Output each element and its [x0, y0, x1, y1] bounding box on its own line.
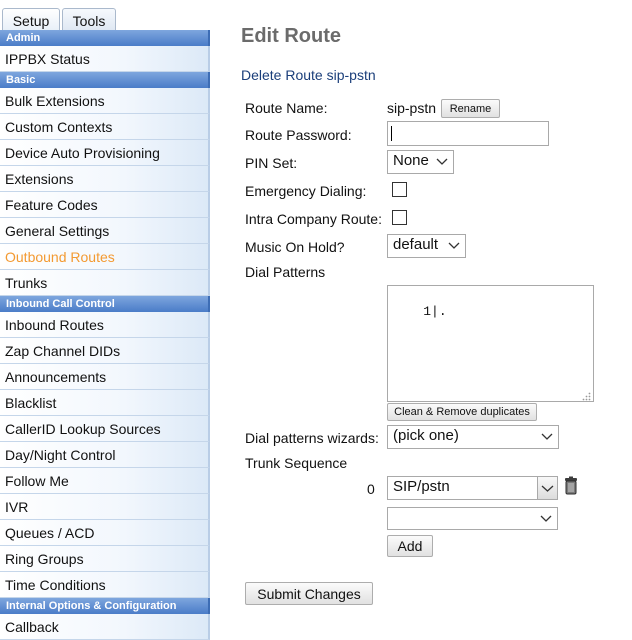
sidebar-item-feature-codes[interactable]: Feature Codes — [0, 192, 210, 218]
sidebar-item-outbound-routes[interactable]: Outbound Routes — [0, 244, 210, 270]
route-password-input[interactable] — [387, 121, 549, 146]
add-trunk-button[interactable]: Add — [387, 535, 433, 557]
sidebar-item-inbound-routes[interactable]: Inbound Routes — [0, 312, 210, 338]
chevron-down-icon — [540, 513, 552, 523]
tab-tools[interactable]: Tools — [62, 8, 116, 30]
trunk-select-arrow — [537, 477, 557, 499]
emergency-dialing-label: Emergency Dialing: — [245, 183, 367, 199]
sidebar-item-ippbx-status[interactable]: IPPBX Status — [0, 46, 210, 72]
tab-bar: Setup Tools — [0, 0, 210, 30]
music-on-hold-value: default — [393, 236, 439, 253]
route-name-label: Route Name: — [245, 100, 328, 116]
submit-changes-button[interactable]: Submit Changes — [245, 582, 373, 605]
trunk-sequence-index: 0 — [367, 481, 375, 497]
music-on-hold-label: Music On Hold? — [245, 239, 345, 255]
sidebar-item-ivr[interactable]: IVR — [0, 494, 210, 520]
section-header-basic: Basic — [0, 72, 210, 88]
chevron-down-icon — [436, 156, 448, 166]
sidebar-item-queues-acd[interactable]: Queues / ACD — [0, 520, 210, 546]
sidebar-item-day-night-control[interactable]: Day/Night Control — [0, 442, 210, 468]
emergency-dialing-checkbox[interactable] — [392, 182, 407, 197]
sidebar-item-ring-groups[interactable]: Ring Groups — [0, 546, 210, 572]
chevron-down-icon — [448, 240, 460, 250]
resize-grip-icon[interactable] — [582, 390, 591, 401]
sidebar-item-device-auto-provisioning[interactable]: Device Auto Provisioning — [0, 140, 210, 166]
new-trunk-select[interactable] — [387, 507, 558, 530]
intra-company-route-label: Intra Company Route: — [245, 211, 382, 227]
trunk-sequence-label: Trunk Sequence — [245, 455, 348, 471]
pin-set-select[interactable]: None — [387, 150, 454, 174]
sidebar-item-blacklist[interactable]: Blacklist — [0, 390, 210, 416]
dial-patterns-wizards-select[interactable]: (pick one) — [387, 425, 559, 449]
trunk-select[interactable]: SIP/pstn — [387, 476, 558, 500]
section-header-admin: Admin — [0, 30, 210, 46]
text-cursor — [391, 126, 392, 141]
sidebar-item-trunks[interactable]: Trunks — [0, 270, 210, 296]
page-title: Edit Route — [241, 25, 341, 47]
rename-button[interactable]: Rename — [441, 99, 500, 118]
sidebar-item-extensions[interactable]: Extensions — [0, 166, 210, 192]
sidebar-item-custom-contexts[interactable]: Custom Contexts — [0, 114, 210, 140]
pin-set-label: PIN Set: — [245, 155, 298, 171]
sidebar: Admin IPPBX Status Basic Bulk Extensions… — [0, 30, 210, 640]
dial-patterns-wizards-value: (pick one) — [393, 427, 459, 444]
tab-setup[interactable]: Setup — [2, 8, 60, 30]
dial-patterns-wizards-label: Dial patterns wizards: — [245, 430, 379, 446]
sidebar-item-follow-me[interactable]: Follow Me — [0, 468, 210, 494]
main-content: Edit Route Delete Route sip-pstn Route N… — [241, 0, 632, 624]
sidebar-item-general-settings[interactable]: General Settings — [0, 218, 210, 244]
music-on-hold-select[interactable]: default — [387, 234, 466, 258]
sidebar-item-time-conditions[interactable]: Time Conditions — [0, 572, 210, 598]
dial-patterns-value: 1|. — [423, 304, 447, 319]
route-name-value: sip-pstn — [387, 100, 437, 116]
clean-remove-duplicates-button[interactable]: Clean & Remove duplicates — [387, 403, 537, 421]
dial-patterns-textarea[interactable]: 1|. — [387, 285, 594, 402]
section-header-inbound-call-control: Inbound Call Control — [0, 296, 210, 312]
sidebar-item-bulk-extensions[interactable]: Bulk Extensions — [0, 88, 210, 114]
sidebar-item-callback[interactable]: Callback — [0, 614, 210, 640]
section-header-internal-options: Internal Options & Configuration — [0, 598, 210, 614]
sidebar-item-zap-channel-dids[interactable]: Zap Channel DIDs — [0, 338, 210, 364]
delete-route-link[interactable]: Delete Route sip-pstn — [241, 67, 376, 83]
intra-company-route-checkbox[interactable] — [392, 210, 407, 225]
sidebar-item-announcements[interactable]: Announcements — [0, 364, 210, 390]
chevron-down-icon — [541, 431, 553, 441]
pin-set-value: None — [393, 152, 429, 169]
route-password-label: Route Password: — [245, 127, 352, 143]
sidebar-item-callerid-lookup-sources[interactable]: CallerID Lookup Sources — [0, 416, 210, 442]
trunk-select-value: SIP/pstn — [393, 478, 450, 495]
chevron-down-icon — [541, 485, 554, 492]
trash-icon[interactable] — [562, 476, 580, 496]
dial-patterns-label: Dial Patterns — [245, 264, 326, 280]
